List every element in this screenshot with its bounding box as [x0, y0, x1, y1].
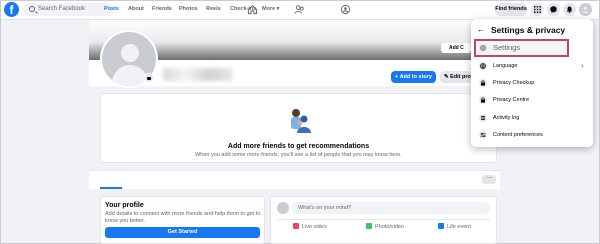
messenger-button[interactable] — [547, 3, 560, 16]
life-event-label: Life event — [447, 224, 471, 230]
menu-item-label: Privacy Centre — [493, 97, 530, 103]
photo-video-button[interactable]: Photo/video — [366, 223, 404, 231]
get-started-button[interactable]: Get Started — [105, 227, 260, 238]
menu-item-label: Language — [493, 63, 518, 69]
avatar — [277, 202, 289, 214]
video-camera-icon — [293, 223, 299, 229]
sliders-icon — [479, 131, 487, 139]
your-profile-description: Add details to connect with more friends… — [105, 211, 261, 224]
messenger-icon — [550, 6, 557, 13]
search-icon — [29, 6, 35, 12]
avatar-body-shape — [112, 65, 148, 86]
back-arrow-icon[interactable]: ← — [477, 25, 487, 35]
lock-icon — [479, 96, 487, 104]
globe-icon — [479, 62, 487, 70]
search-placeholder: Search Facebook — [38, 6, 86, 12]
photo-video-label: Photo/video — [375, 224, 405, 230]
your-profile-title: Your profile — [105, 202, 144, 209]
menu-item-label: Privacy Checkup — [493, 80, 535, 86]
account-avatar-button[interactable] — [579, 3, 592, 16]
whats-on-your-mind-input[interactable]: What's on your mind? — [292, 202, 490, 214]
tab-photos[interactable]: Photos — [179, 6, 198, 13]
camera-icon[interactable] — [144, 73, 154, 83]
chevron-right-icon: › — [581, 61, 584, 70]
notifications-button[interactable] — [563, 3, 576, 16]
tab-reels[interactable]: Reels — [206, 6, 221, 13]
active-tab-indicator — [100, 187, 122, 189]
tab-about[interactable]: About — [128, 6, 144, 13]
menu-item-label: Content preferences — [493, 132, 543, 138]
bell-icon — [566, 6, 573, 13]
lock-check-icon — [479, 79, 487, 87]
edit-profile-button[interactable]: ✎ Edit profil — [440, 71, 472, 83]
composer-divider — [277, 219, 490, 220]
menu-item-activity-log[interactable]: Activity log — [476, 111, 588, 125]
dropdown-title: Settings & privacy — [491, 25, 566, 35]
grid-menu-icon — [534, 6, 541, 13]
menu-button[interactable] — [531, 3, 544, 16]
life-event-button[interactable]: Life event — [438, 223, 471, 231]
friends-icon[interactable] — [294, 4, 305, 15]
settings-highlight-box — [474, 39, 569, 57]
people-illustration-icon — [291, 109, 311, 133]
groups-icon[interactable] — [340, 4, 351, 15]
tab-posts[interactable]: Posts — [104, 6, 119, 13]
recommendations-title: Add more friends to get recommendations — [227, 143, 370, 150]
menu-item-content-preferences[interactable]: Content preferences — [476, 128, 588, 142]
list-icon — [479, 114, 487, 122]
search-input[interactable]: Search Facebook — [23, 3, 114, 16]
user-avatar-icon — [582, 6, 589, 13]
tab-check-ins[interactable]: Check-ins — [230, 6, 256, 13]
flag-icon — [438, 223, 444, 229]
live-video-button[interactable]: Live video — [293, 223, 327, 231]
photo-icon — [366, 223, 372, 229]
facebook-logo-icon[interactable]: f — [4, 2, 19, 17]
tab-more[interactable]: More ▾ — [262, 6, 279, 13]
profile-tabs — [89, 170, 500, 189]
add-to-story-button[interactable]: + Add to story — [391, 71, 436, 83]
menu-item-label: Activity log — [493, 115, 520, 121]
menu-item-privacy-centre[interactable]: Privacy Centre — [476, 93, 588, 107]
menu-item-privacy-checkup[interactable]: Privacy Checkup — [476, 76, 588, 90]
add-cover-photo-button[interactable]: Add C — [441, 43, 471, 53]
find-friends-button[interactable]: Find friends — [495, 3, 527, 16]
recommendations-subtitle: When you add some more friends, you'll s… — [195, 152, 402, 158]
menu-item-language[interactable]: Language — [476, 59, 588, 73]
tab-friends[interactable]: Friends — [152, 6, 172, 13]
more-options-button[interactable]: ··· — [482, 175, 496, 184]
live-video-label: Live video — [302, 224, 327, 230]
avatar-head-shape — [121, 44, 139, 62]
profile-name-blurred — [163, 68, 233, 81]
